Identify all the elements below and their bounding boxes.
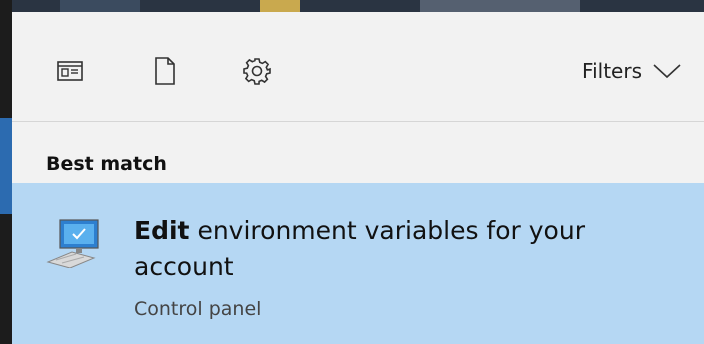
best-match-heading: Best match (46, 153, 167, 175)
desktop-wallpaper-segment (420, 0, 580, 12)
taskbar-left-edge (0, 0, 12, 344)
documents-filter-button[interactable] (150, 56, 180, 86)
desktop-wallpaper-segment (60, 0, 140, 12)
result-title: Edit environment variables for your acco… (134, 213, 674, 285)
settings-filter-button[interactable] (242, 56, 272, 86)
desktop-background-strip (0, 0, 704, 12)
chevron-down-icon (653, 64, 681, 79)
apps-filter-button[interactable] (55, 56, 85, 86)
desktop-wallpaper-segment (260, 0, 300, 12)
computer-monitor-icon (46, 219, 99, 268)
toolbar-divider (12, 121, 704, 122)
search-filter-toolbar: Filters (12, 12, 704, 120)
result-title-match: Edit (134, 216, 190, 245)
settings-icon (243, 58, 271, 85)
result-subtitle: Control panel (134, 298, 262, 320)
document-icon (155, 57, 175, 85)
filters-label: Filters (582, 59, 642, 83)
filters-dropdown[interactable]: Filters (582, 56, 682, 86)
result-title-rest: environment variables for your account (134, 216, 585, 281)
search-panel: Filters Best match Edit environment vari… (12, 12, 704, 344)
taskbar-highlight (0, 118, 12, 214)
best-match-result[interactable]: Edit environment variables for your acco… (12, 183, 704, 344)
apps-icon (57, 61, 83, 81)
